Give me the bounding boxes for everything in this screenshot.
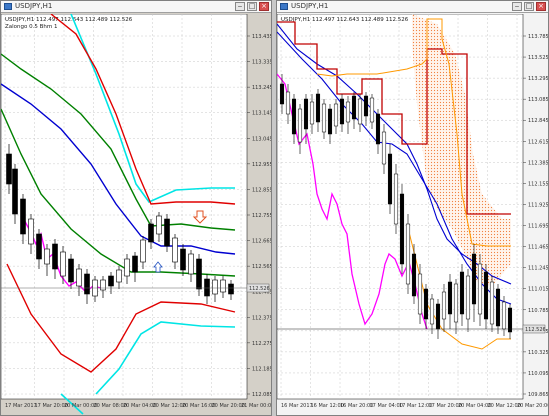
candle	[483, 264, 489, 329]
time-tick-label: 20 Mar 04:00	[458, 403, 491, 409]
price-tick-label: 113.525	[528, 55, 548, 61]
price-tick-label: 112.185	[252, 366, 271, 372]
close-button[interactable]: ×	[536, 2, 546, 11]
time-tick-label: 17 Mar 20:00	[35, 403, 68, 409]
price-tick-label: 111.695	[528, 224, 548, 230]
time-tick-label: 17 Mar 12:00	[399, 403, 432, 409]
indicator-info-line: Zalongo 0.5 Bhm 1	[5, 24, 57, 30]
price-tick-label: 113.085	[528, 97, 548, 103]
price-tick-label: 113.335	[252, 60, 271, 66]
price-tick-label: 109.865	[528, 392, 548, 398]
price-tick-label: 111.465	[528, 245, 548, 251]
price-tick-label: 112.375	[252, 315, 271, 321]
price-chart-left[interactable]: USDJPY,H1 112.497 112.643 112.489 112.52…	[1, 14, 271, 416]
price-tick-label: 113.145	[252, 111, 271, 117]
time-tick-label: 20 Mar 08:00	[94, 403, 127, 409]
price-tick-label: 111.015	[528, 287, 548, 293]
price-tick-label: 112.845	[528, 118, 548, 124]
price-tick-label: 113.245	[252, 85, 271, 91]
price-tick-label: 112.085	[252, 392, 271, 398]
price-tick-label: 112.275	[252, 341, 271, 347]
chart-icon	[4, 3, 12, 10]
time-tick-label: 17 Mar 2017	[5, 403, 37, 409]
time-tick-label: 21 Mar 00:00	[241, 403, 271, 409]
time-tick-label: 20 Mar 12:00	[488, 403, 521, 409]
time-tick-label: 17 Mar 20:00	[429, 403, 462, 409]
chart-window-left[interactable]: USDJPY,H1 ‒ □ × USDJPY,H1 112.497 112.64…	[0, 0, 272, 416]
time-tick-label: 20 Mar 12:00	[153, 403, 186, 409]
price-tick-label: 112.155	[528, 181, 548, 187]
price-tick-label: 112.855	[252, 187, 271, 193]
price-tick-label: 112.665	[252, 239, 271, 245]
close-button[interactable]: ×	[259, 2, 269, 11]
price-tick-label: 113.785	[528, 34, 548, 40]
candle	[393, 164, 399, 234]
price-tick-label: 110.095	[528, 371, 548, 377]
price-chart-right[interactable]: USDJPY,H1 112.497 112.643 112.489 112.52…	[277, 14, 548, 416]
price-tick-label: 112.955	[252, 162, 271, 168]
window-title: USDJPY,H1	[291, 2, 329, 10]
current-price-label: 112.526	[249, 286, 270, 292]
price-tick-label: 112.615	[528, 139, 548, 145]
price-tick-label: 110.785	[528, 308, 548, 314]
current-price-label: 112.526	[525, 327, 546, 333]
price-tick-label: 112.565	[252, 264, 271, 270]
price-tick-label: 111.245	[528, 266, 548, 272]
price-tick-label: 112.385	[528, 160, 548, 166]
time-tick-label: 20 Mar 00:00	[64, 403, 97, 409]
price-tick-label: 110.325	[528, 350, 548, 356]
time-tick-label: 16 Mar 2017	[281, 403, 313, 409]
window-title: USDJPY,H1	[15, 2, 53, 10]
candle	[399, 184, 405, 274]
time-tick-label: 16 Mar 12:00	[311, 403, 344, 409]
candle	[489, 276, 495, 332]
chart-icon	[280, 3, 288, 10]
price-tick-label: 111.925	[528, 202, 548, 208]
time-tick-label: 20 Mar 20:00	[517, 403, 548, 409]
chart-info-line: USDJPY,H1 112.497 112.643 112.489 112.52…	[281, 17, 409, 23]
price-tick-label: 113.295	[528, 76, 548, 82]
maximize-button[interactable]: □	[524, 2, 534, 11]
window-titlebar[interactable]: USDJPY,H1 ‒ □ ×	[277, 1, 548, 13]
chart-window-right[interactable]: USDJPY,H1 ‒ □ × USDJPY,H1 112.497 112.64…	[276, 0, 549, 416]
time-tick-label: 17 Mar 04:00	[370, 403, 403, 409]
time-tick-label: 20 Mar 20:00	[212, 403, 245, 409]
candle	[405, 214, 411, 294]
maximize-button[interactable]: □	[247, 2, 257, 11]
minimize-button[interactable]: ‒	[235, 2, 245, 11]
candle	[387, 144, 393, 214]
minimize-button[interactable]: ‒	[512, 2, 522, 11]
price-tick-label: 112.755	[252, 213, 271, 219]
time-tick-label: 16 Mar 20:00	[340, 403, 373, 409]
time-tick-label: 20 Mar 16:00	[182, 403, 215, 409]
time-tick-label: 20 Mar 04:00	[123, 403, 156, 409]
price-tick-label: 113.435	[252, 34, 271, 40]
chart-info-line: USDJPY,H1 112.497 112.643 112.489 112.52…	[5, 17, 133, 23]
price-tick-label: 113.045	[252, 136, 271, 142]
window-titlebar[interactable]: USDJPY,H1 ‒ □ ×	[1, 1, 271, 13]
